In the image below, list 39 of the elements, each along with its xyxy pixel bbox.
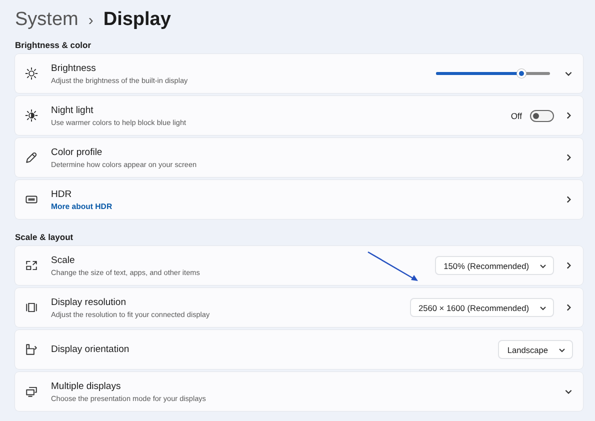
caret-icon — [558, 346, 566, 354]
setting-title: Night light — [51, 104, 94, 116]
section-heading: Brightness & color — [15, 39, 92, 52]
resolution-icon — [25, 301, 38, 314]
setting-title: Color profile — [51, 146, 104, 158]
page-title: Display — [103, 9, 171, 31]
displays-icon — [25, 385, 38, 398]
chevron-right-icon[interactable] — [564, 153, 573, 162]
chevron-right-icon[interactable] — [564, 195, 573, 204]
chevron-right-icon[interactable] — [564, 261, 573, 270]
toggle-state-label: Off — [510, 110, 522, 120]
setting-title: Display orientation — [51, 344, 130, 355]
setting-title: Scale — [51, 254, 76, 266]
setting-title: HDR — [51, 188, 73, 200]
toggle-switch[interactable] — [530, 110, 554, 122]
sun-icon — [25, 67, 38, 80]
dropdown[interactable]: 2560 × 1600 (Recommended) — [410, 298, 554, 317]
dropdown[interactable]: Landscape — [498, 340, 573, 359]
brightness-slider[interactable] — [436, 72, 550, 75]
chevron-down-icon[interactable] — [564, 69, 573, 78]
settings-card[interactable]: Display orientation Landscape — [15, 330, 583, 369]
breadcrumb-separator: › — [88, 12, 94, 28]
scale-icon — [25, 259, 38, 272]
orientation-icon — [25, 343, 38, 356]
chevron-right-icon[interactable] — [564, 111, 573, 120]
section-heading: Scale & layout — [15, 231, 74, 244]
pen-icon — [25, 151, 38, 164]
chevron-down-icon[interactable] — [564, 387, 573, 396]
caret-icon — [539, 262, 547, 270]
dropdown[interactable]: 150% (Recommended) — [434, 256, 554, 275]
sun-icon — [25, 109, 38, 122]
hdr-icon — [25, 193, 38, 206]
caret-icon — [539, 304, 547, 312]
chevron-right-icon[interactable] — [564, 303, 573, 312]
setting-title: Multiple displays — [51, 380, 122, 392]
setting-title: Display resolution — [51, 296, 127, 308]
setting-title: Brightness — [51, 62, 97, 74]
breadcrumb-parent[interactable]: System — [15, 9, 78, 31]
slider-thumb[interactable] — [517, 69, 526, 78]
